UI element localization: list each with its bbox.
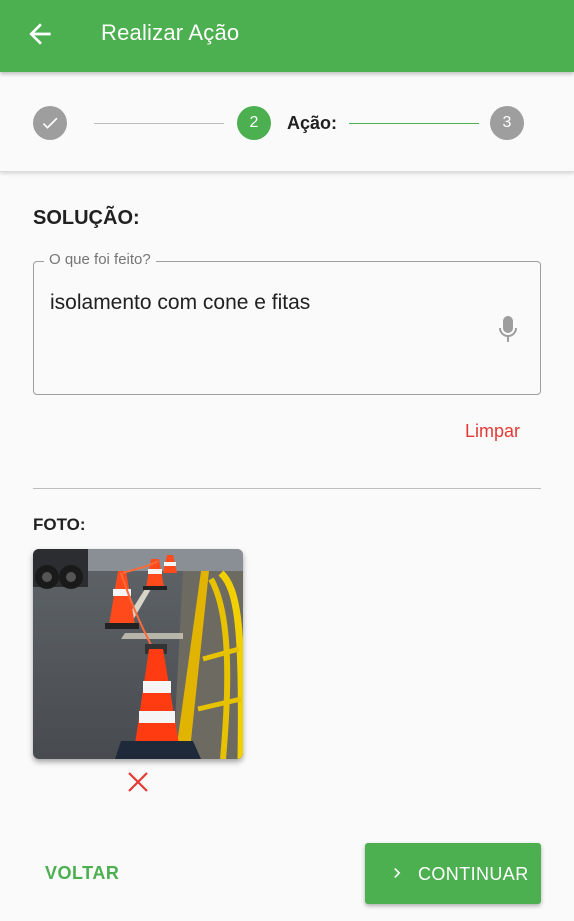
step-3-pending[interactable]: 3 (490, 106, 524, 140)
photo-thumbnail[interactable] (33, 549, 243, 759)
solution-title: SOLUÇÃO: (33, 207, 140, 229)
step-connector-2 (349, 123, 479, 124)
photo-label: FOTO: (33, 515, 86, 534)
step-2-active[interactable]: 2 (237, 106, 271, 140)
solution-field-label: O que foi feito? (44, 251, 156, 268)
step-1-completed[interactable] (33, 106, 67, 140)
close-icon (128, 772, 148, 792)
continue-button[interactable]: CONTINUAR (365, 843, 541, 904)
back-arrow-icon[interactable] (24, 18, 56, 50)
step-2-label: Ação: (287, 113, 338, 133)
solution-field[interactable]: O que foi feito? isolamento com cone e f… (33, 251, 541, 395)
microphone-icon[interactable] (496, 314, 520, 344)
app-bar: Realizar Ação (0, 0, 574, 72)
chevron-right-icon (387, 863, 407, 883)
step-3-number: 3 (502, 114, 512, 131)
step-connector-1 (94, 123, 224, 124)
continue-label: CONTINUAR (418, 864, 529, 884)
remove-photo-button[interactable] (126, 770, 150, 794)
stepper: 2 Ação: 3 (0, 72, 574, 172)
page-title: Realizar Ação (101, 20, 240, 45)
solution-input[interactable]: isolamento com cone e fitas (50, 291, 470, 315)
back-button[interactable]: VOLTAR (45, 863, 119, 884)
clear-button[interactable]: Limpar (465, 421, 520, 442)
divider (33, 488, 541, 489)
step-2-number: 2 (249, 114, 259, 131)
check-icon (42, 117, 58, 129)
